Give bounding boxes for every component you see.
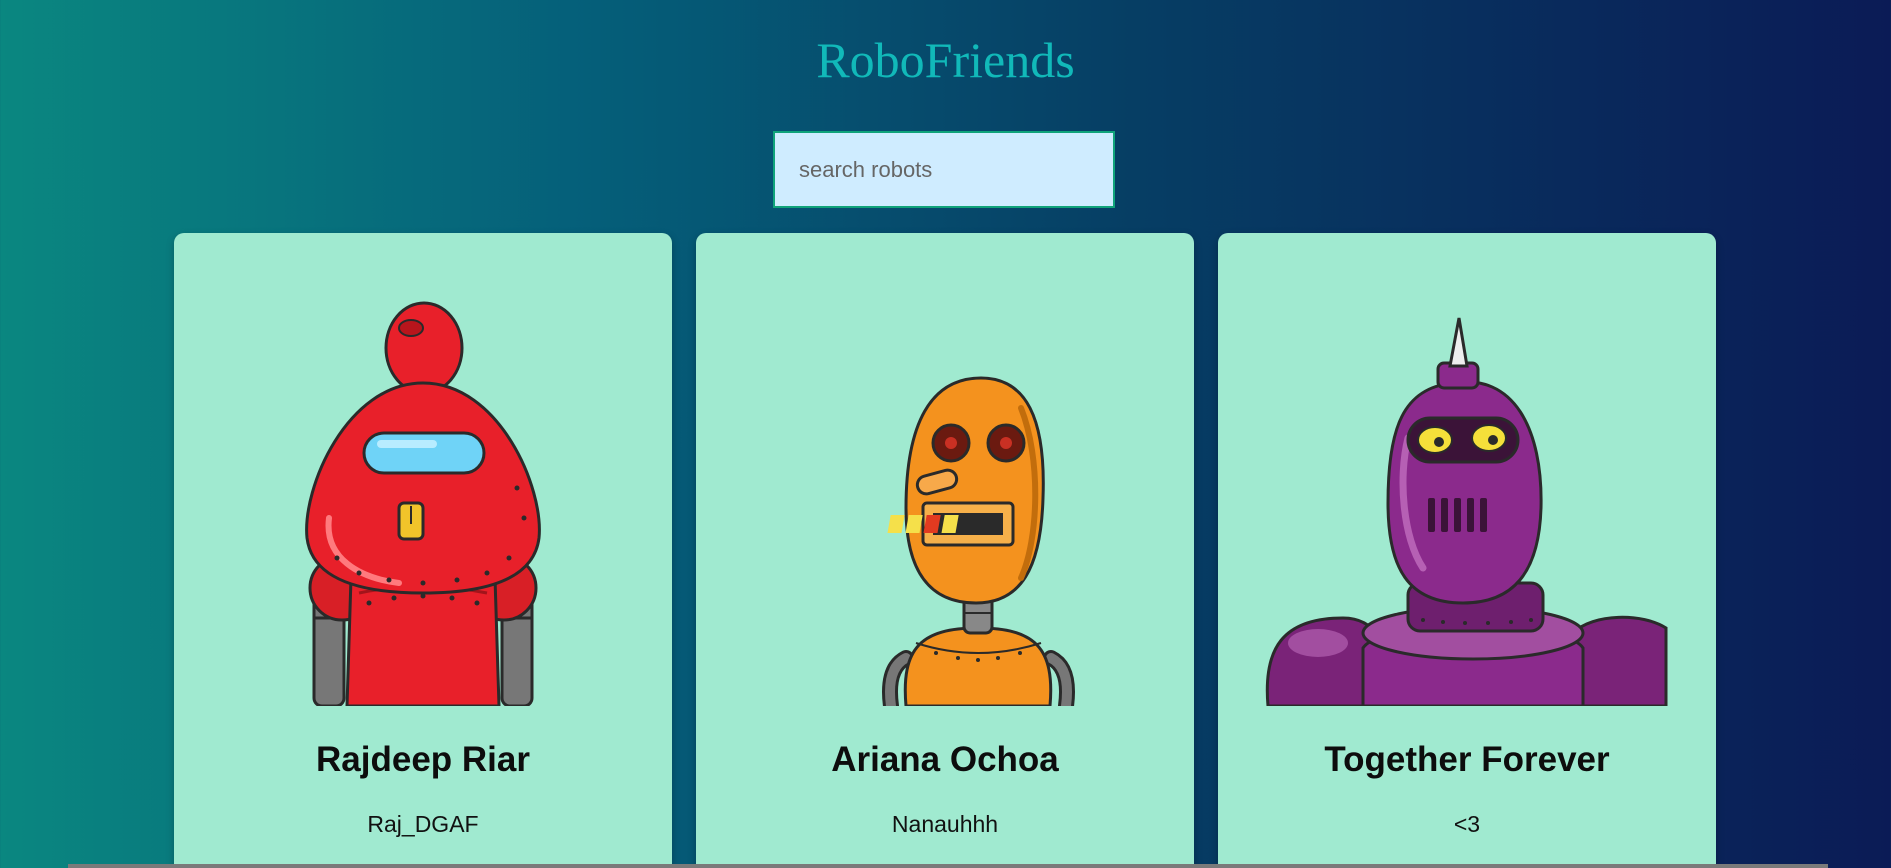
robot-card[interactable]: Rajdeep Riar Raj_DGAF: [174, 233, 672, 868]
search-input[interactable]: [773, 131, 1115, 208]
purple-robot-icon: [1265, 317, 1668, 706]
robot-username: <3: [1453, 811, 1481, 837]
red-robot-icon: [305, 301, 541, 706]
robot-username: Raj_DGAF: [367, 811, 479, 837]
orange-robot-icon: [882, 376, 1075, 706]
page-title: RoboFriends: [816, 32, 1075, 88]
robot-card[interactable]: Ariana Ochoa Nanauhhh: [696, 233, 1194, 868]
robot-name: Ariana Ochoa: [831, 740, 1059, 779]
robot-card[interactable]: Together Forever <3: [1218, 233, 1716, 868]
robot-name: Rajdeep Riar: [316, 740, 530, 779]
horizontal-scrollbar[interactable]: [68, 864, 1828, 868]
robot-name: Together Forever: [1324, 740, 1610, 779]
robot-username: Nanauhhh: [891, 811, 999, 837]
